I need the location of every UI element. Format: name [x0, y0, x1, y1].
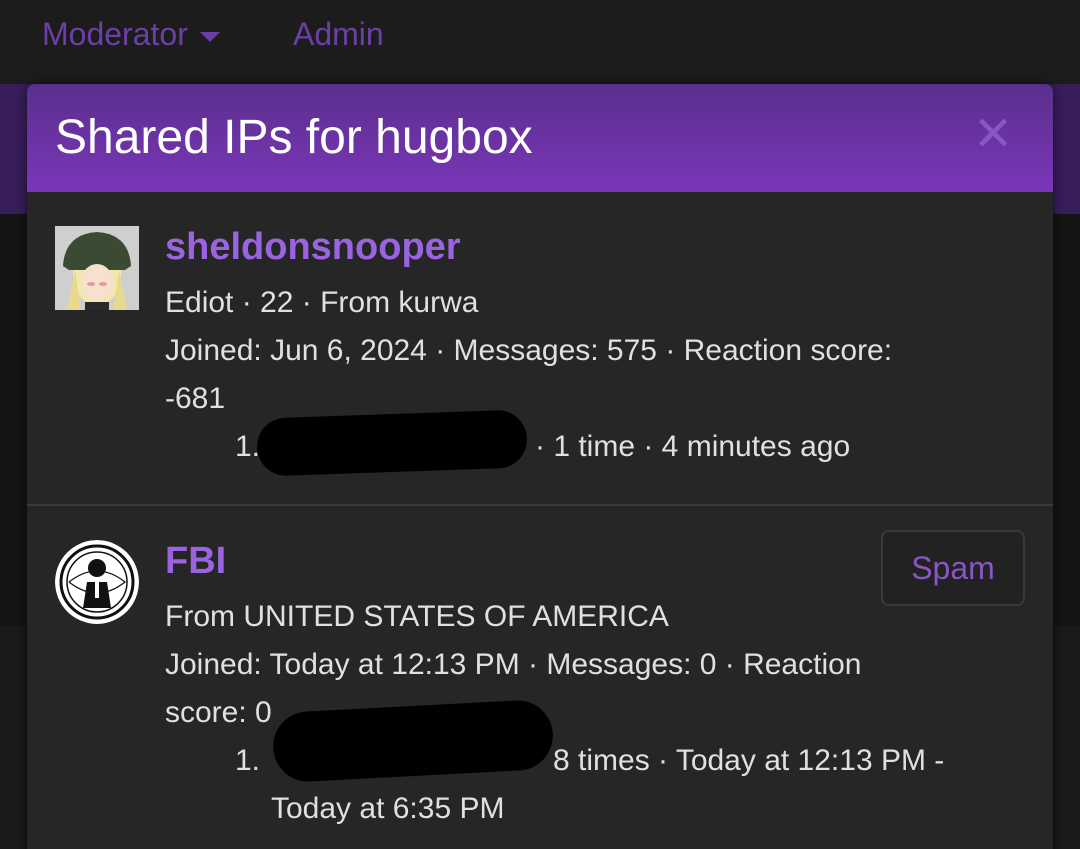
avatar[interactable]: [55, 540, 139, 624]
ip-list-index: 1.: [235, 744, 261, 777]
ip-usage-stats: · 1 time · 4 minutes ago: [535, 430, 851, 463]
member-stats-continued: score: 0: [165, 696, 272, 729]
member-info: From UNITED STATES OF AMERICA: [165, 600, 669, 633]
member-stats-continued: -681: [165, 382, 226, 415]
spam-button[interactable]: Spam: [881, 530, 1025, 606]
member-username[interactable]: sheldonsnooper: [165, 226, 461, 269]
member-username[interactable]: FBI: [165, 540, 226, 583]
moderator-menu-label: Moderator: [42, 16, 188, 52]
close-icon[interactable]: ✕: [973, 110, 1013, 160]
member-stats: Joined: Jun 6, 2024 · Messages: 575 · Re…: [165, 334, 893, 367]
shared-ips-modal: Shared IPs for hugbox ✕ sheldonsnooper E…: [27, 84, 1053, 849]
top-navigation-bar: Moderator Admin: [0, 0, 1080, 84]
ip-usage-stats-continued: Today at 6:35 PM: [271, 792, 505, 825]
chevron-down-icon: [199, 31, 220, 42]
member-stats: Joined: Today at 12:13 PM · Messages: 0 …: [165, 648, 862, 681]
moderator-menu[interactable]: Moderator: [42, 16, 220, 53]
member-row: sheldonsnooper Ediot · 22 · From kurwa J…: [27, 192, 1053, 506]
modal-title: Shared IPs for hugbox: [55, 111, 533, 164]
admin-link[interactable]: Admin: [293, 16, 384, 53]
member-row: FBI Spam From UNITED STATES OF AMERICA J…: [27, 506, 1053, 849]
redacted-ip-scribble: [256, 409, 528, 477]
modal-header: Shared IPs for hugbox ✕: [27, 84, 1053, 192]
ip-usage-stats: 8 times · Today at 12:13 PM -: [553, 744, 945, 777]
redacted-ip-scribble: [271, 698, 555, 784]
member-info: Ediot · 22 · From kurwa: [165, 286, 479, 319]
avatar[interactable]: [55, 226, 139, 310]
